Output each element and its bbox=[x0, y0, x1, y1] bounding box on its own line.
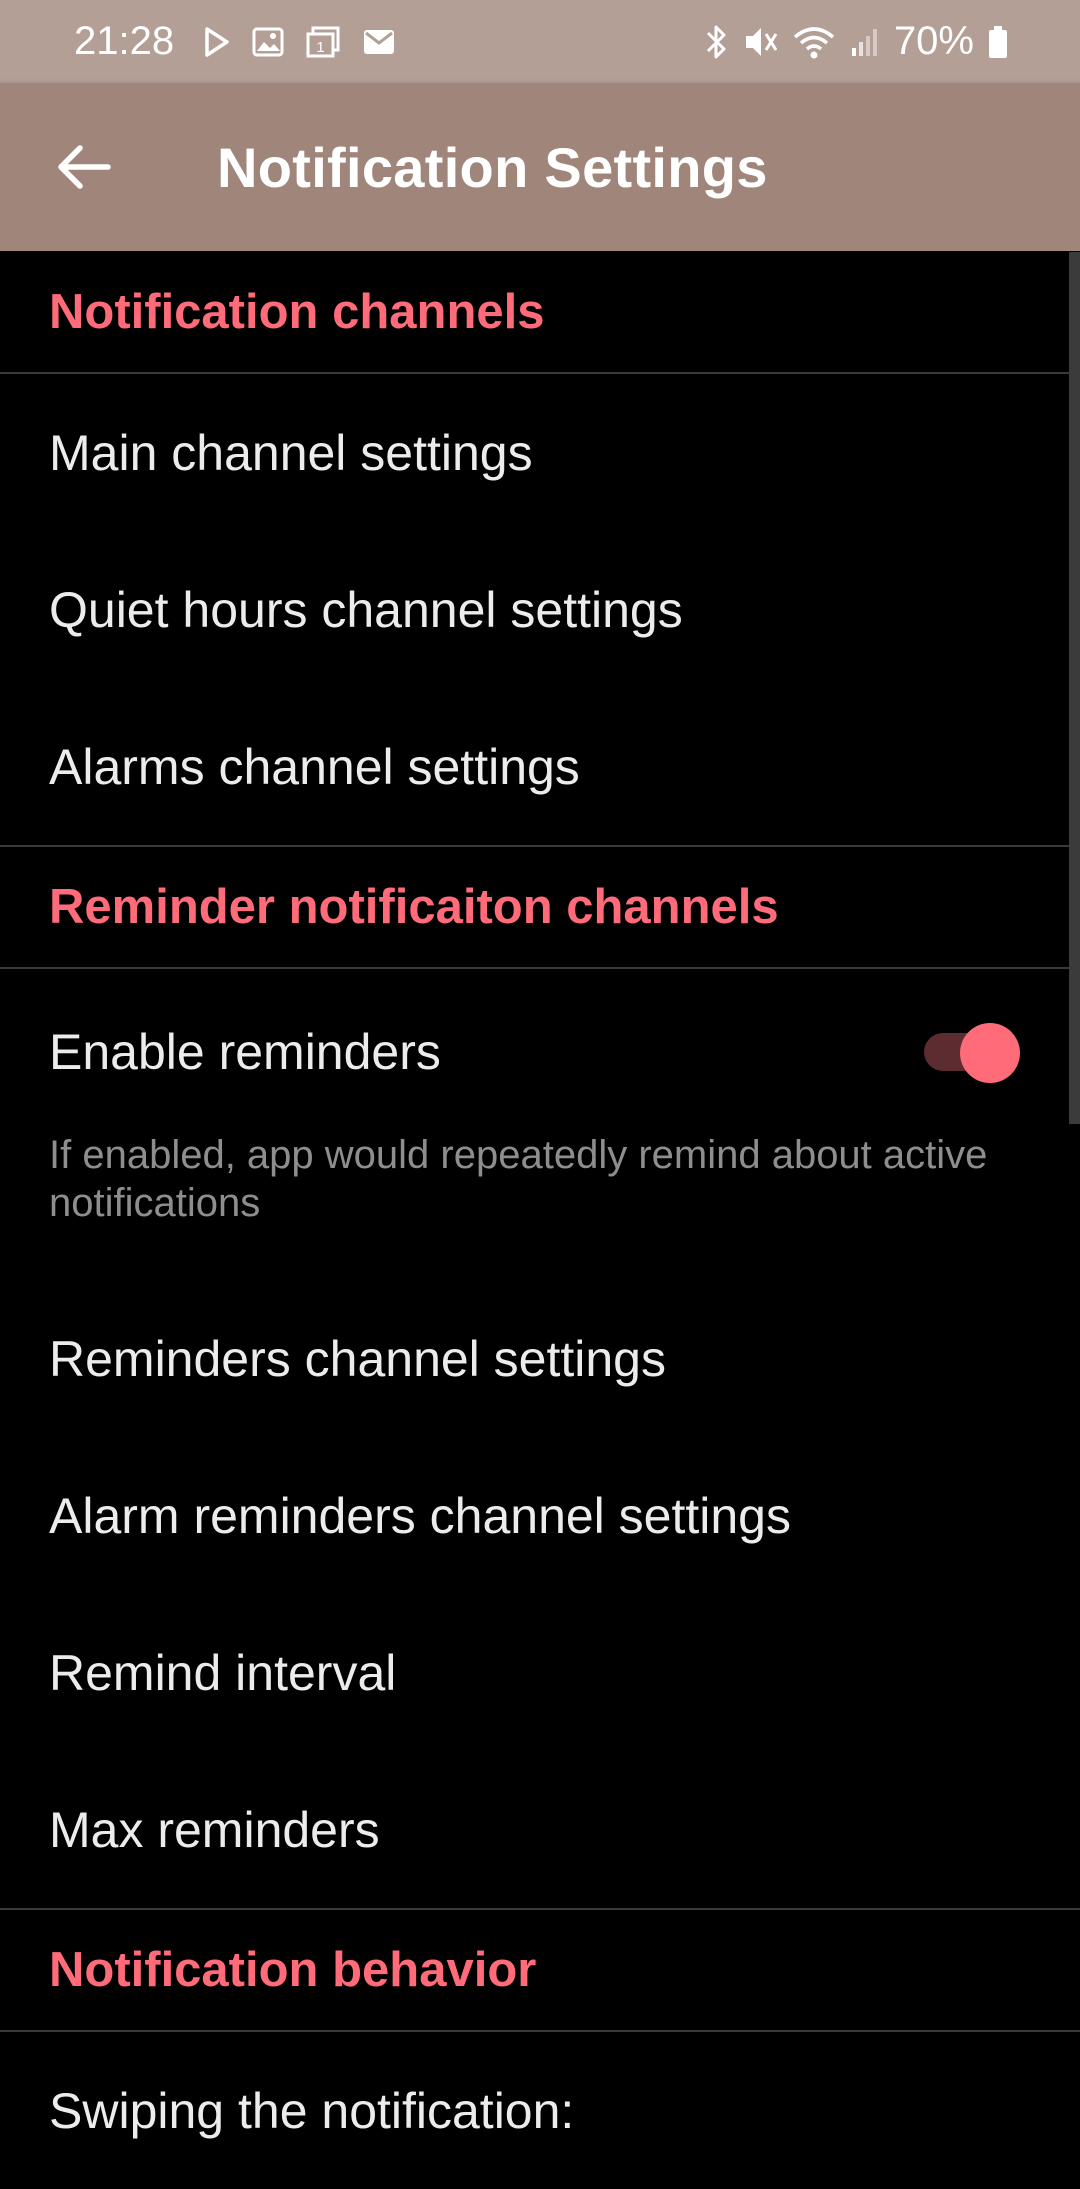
reminders-channel-settings-item[interactable]: Reminders channel settings bbox=[0, 1280, 1080, 1437]
quiet-hours-channel-settings-item[interactable]: Quiet hours channel settings bbox=[0, 531, 1080, 688]
back-button[interactable] bbox=[29, 112, 139, 222]
status-bar: 21:28 1 70% bbox=[0, 0, 1080, 83]
calendar-icon: 1 bbox=[306, 26, 340, 58]
enable-reminders-title: Enable reminders bbox=[49, 1024, 441, 1080]
enable-reminders-switch[interactable] bbox=[924, 1023, 1022, 1083]
max-reminders-item[interactable]: Max reminders bbox=[0, 1751, 1080, 1908]
signal-icon bbox=[850, 26, 880, 58]
mute-icon bbox=[742, 24, 778, 60]
section-header-notification-channels: Notification channels bbox=[49, 285, 545, 339]
gallery-icon bbox=[252, 27, 284, 57]
wifi-icon bbox=[792, 25, 836, 59]
svg-text:1: 1 bbox=[316, 39, 324, 56]
enable-reminders-summary: If enabled, app would repeatedly remind … bbox=[49, 1133, 988, 1225]
battery-percent: 70% bbox=[893, 19, 974, 63]
status-left: 21:28 1 bbox=[74, 19, 396, 64]
switch-thumb bbox=[960, 1023, 1020, 1083]
remind-interval-item[interactable]: Remind interval bbox=[0, 1594, 1080, 1751]
alarms-channel-settings-item[interactable]: Alarms channel settings bbox=[0, 688, 1080, 845]
swiping-notification-item[interactable]: Swiping the notification: bbox=[0, 2032, 1080, 2189]
main-channel-settings-item[interactable]: Main channel settings bbox=[0, 374, 1080, 531]
arrow-back-icon bbox=[58, 145, 111, 189]
bluetooth-icon bbox=[704, 24, 728, 60]
enable-reminders-item[interactable]: Enable reminders If enabled, app would r… bbox=[0, 969, 1080, 1280]
battery-icon bbox=[988, 25, 1008, 59]
section-header-notification-behavior: Notification behavior bbox=[49, 1943, 537, 1997]
settings-list: Notification channels Main channel setti… bbox=[0, 252, 1080, 2189]
play-store-icon bbox=[204, 26, 230, 57]
app-bar: Notification Settings bbox=[0, 83, 1080, 251]
status-time: 21:28 bbox=[74, 19, 175, 63]
alarm-reminders-channel-settings-item[interactable]: Alarm reminders channel settings bbox=[0, 1437, 1080, 1594]
mail-icon bbox=[362, 28, 396, 56]
status-right: 70% bbox=[704, 19, 1008, 64]
page-title: Notification Settings bbox=[217, 135, 768, 199]
scrollbar[interactable] bbox=[1069, 252, 1080, 1124]
section-header-reminder-channels: Reminder notificaiton channels bbox=[49, 880, 779, 934]
